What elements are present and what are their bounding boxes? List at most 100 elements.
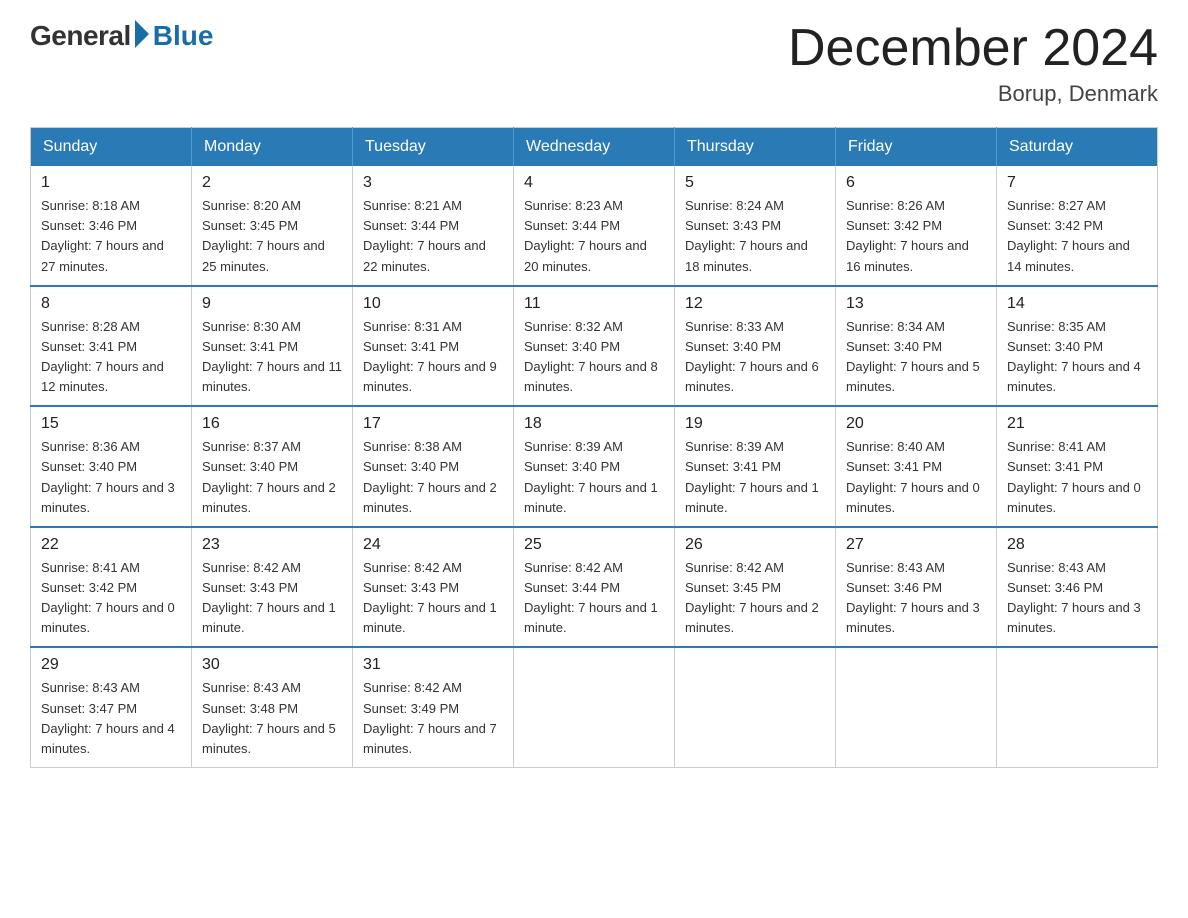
calendar-day-cell: 23 Sunrise: 8:42 AMSunset: 3:43 PMDaylig… (192, 527, 353, 648)
day-info: Sunrise: 8:37 AMSunset: 3:40 PMDaylight:… (202, 437, 342, 518)
day-info: Sunrise: 8:30 AMSunset: 3:41 PMDaylight:… (202, 317, 342, 398)
day-number: 29 (41, 656, 181, 674)
calendar-day-cell: 14 Sunrise: 8:35 AMSunset: 3:40 PMDaylig… (997, 286, 1158, 407)
day-info: Sunrise: 8:26 AMSunset: 3:42 PMDaylight:… (846, 196, 986, 277)
calendar-day-cell: 15 Sunrise: 8:36 AMSunset: 3:40 PMDaylig… (31, 406, 192, 527)
calendar-day-cell: 30 Sunrise: 8:43 AMSunset: 3:48 PMDaylig… (192, 647, 353, 767)
calendar-day-cell: 10 Sunrise: 8:31 AMSunset: 3:41 PMDaylig… (353, 286, 514, 407)
day-of-week-header: Friday (836, 128, 997, 167)
day-number: 4 (524, 174, 664, 192)
day-info: Sunrise: 8:23 AMSunset: 3:44 PMDaylight:… (524, 196, 664, 277)
day-number: 6 (846, 174, 986, 192)
day-info: Sunrise: 8:42 AMSunset: 3:43 PMDaylight:… (202, 558, 342, 639)
calendar-week-row: 15 Sunrise: 8:36 AMSunset: 3:40 PMDaylig… (31, 406, 1158, 527)
logo[interactable]: General Blue (30, 20, 213, 52)
day-info: Sunrise: 8:35 AMSunset: 3:40 PMDaylight:… (1007, 317, 1147, 398)
calendar-day-cell: 2 Sunrise: 8:20 AMSunset: 3:45 PMDayligh… (192, 166, 353, 286)
day-info: Sunrise: 8:31 AMSunset: 3:41 PMDaylight:… (363, 317, 503, 398)
calendar-day-cell (997, 647, 1158, 767)
day-number: 8 (41, 295, 181, 313)
day-number: 21 (1007, 415, 1147, 433)
calendar-day-cell: 16 Sunrise: 8:37 AMSunset: 3:40 PMDaylig… (192, 406, 353, 527)
calendar-day-cell (514, 647, 675, 767)
day-info: Sunrise: 8:27 AMSunset: 3:42 PMDaylight:… (1007, 196, 1147, 277)
calendar-day-cell: 22 Sunrise: 8:41 AMSunset: 3:42 PMDaylig… (31, 527, 192, 648)
calendar-day-cell: 17 Sunrise: 8:38 AMSunset: 3:40 PMDaylig… (353, 406, 514, 527)
day-info: Sunrise: 8:36 AMSunset: 3:40 PMDaylight:… (41, 437, 181, 518)
day-of-week-header: Sunday (31, 128, 192, 167)
day-number: 2 (202, 174, 342, 192)
day-number: 5 (685, 174, 825, 192)
day-number: 24 (363, 536, 503, 554)
calendar-day-cell: 11 Sunrise: 8:32 AMSunset: 3:40 PMDaylig… (514, 286, 675, 407)
calendar-day-cell: 28 Sunrise: 8:43 AMSunset: 3:46 PMDaylig… (997, 527, 1158, 648)
calendar-day-cell: 1 Sunrise: 8:18 AMSunset: 3:46 PMDayligh… (31, 166, 192, 286)
day-info: Sunrise: 8:21 AMSunset: 3:44 PMDaylight:… (363, 196, 503, 277)
day-number: 7 (1007, 174, 1147, 192)
calendar-day-cell: 20 Sunrise: 8:40 AMSunset: 3:41 PMDaylig… (836, 406, 997, 527)
calendar-subtitle: Borup, Denmark (788, 81, 1158, 107)
day-number: 25 (524, 536, 664, 554)
calendar-day-cell: 31 Sunrise: 8:42 AMSunset: 3:49 PMDaylig… (353, 647, 514, 767)
day-info: Sunrise: 8:42 AMSunset: 3:49 PMDaylight:… (363, 678, 503, 759)
calendar-day-cell (836, 647, 997, 767)
day-info: Sunrise: 8:39 AMSunset: 3:41 PMDaylight:… (685, 437, 825, 518)
logo-triangle-icon (135, 20, 149, 48)
day-info: Sunrise: 8:41 AMSunset: 3:42 PMDaylight:… (41, 558, 181, 639)
calendar-day-cell: 18 Sunrise: 8:39 AMSunset: 3:40 PMDaylig… (514, 406, 675, 527)
calendar-week-row: 29 Sunrise: 8:43 AMSunset: 3:47 PMDaylig… (31, 647, 1158, 767)
day-info: Sunrise: 8:24 AMSunset: 3:43 PMDaylight:… (685, 196, 825, 277)
day-info: Sunrise: 8:43 AMSunset: 3:47 PMDaylight:… (41, 678, 181, 759)
title-section: December 2024 Borup, Denmark (788, 20, 1158, 107)
day-info: Sunrise: 8:43 AMSunset: 3:46 PMDaylight:… (1007, 558, 1147, 639)
calendar-day-cell: 24 Sunrise: 8:42 AMSunset: 3:43 PMDaylig… (353, 527, 514, 648)
calendar-day-cell: 13 Sunrise: 8:34 AMSunset: 3:40 PMDaylig… (836, 286, 997, 407)
day-of-week-header: Thursday (675, 128, 836, 167)
day-number: 27 (846, 536, 986, 554)
day-of-week-header: Tuesday (353, 128, 514, 167)
logo-general-text: General (30, 20, 131, 52)
day-info: Sunrise: 8:41 AMSunset: 3:41 PMDaylight:… (1007, 437, 1147, 518)
day-number: 14 (1007, 295, 1147, 313)
day-info: Sunrise: 8:40 AMSunset: 3:41 PMDaylight:… (846, 437, 986, 518)
calendar-day-cell: 26 Sunrise: 8:42 AMSunset: 3:45 PMDaylig… (675, 527, 836, 648)
day-number: 18 (524, 415, 664, 433)
calendar-day-cell: 7 Sunrise: 8:27 AMSunset: 3:42 PMDayligh… (997, 166, 1158, 286)
day-number: 30 (202, 656, 342, 674)
day-info: Sunrise: 8:39 AMSunset: 3:40 PMDaylight:… (524, 437, 664, 518)
day-number: 9 (202, 295, 342, 313)
calendar-day-cell: 3 Sunrise: 8:21 AMSunset: 3:44 PMDayligh… (353, 166, 514, 286)
day-of-week-header: Monday (192, 128, 353, 167)
day-info: Sunrise: 8:42 AMSunset: 3:43 PMDaylight:… (363, 558, 503, 639)
day-number: 19 (685, 415, 825, 433)
day-number: 17 (363, 415, 503, 433)
calendar-table: SundayMondayTuesdayWednesdayThursdayFrid… (30, 127, 1158, 768)
calendar-day-cell: 4 Sunrise: 8:23 AMSunset: 3:44 PMDayligh… (514, 166, 675, 286)
day-info: Sunrise: 8:34 AMSunset: 3:40 PMDaylight:… (846, 317, 986, 398)
day-number: 31 (363, 656, 503, 674)
day-info: Sunrise: 8:28 AMSunset: 3:41 PMDaylight:… (41, 317, 181, 398)
calendar-day-cell (675, 647, 836, 767)
day-of-week-header: Wednesday (514, 128, 675, 167)
calendar-week-row: 22 Sunrise: 8:41 AMSunset: 3:42 PMDaylig… (31, 527, 1158, 648)
day-info: Sunrise: 8:33 AMSunset: 3:40 PMDaylight:… (685, 317, 825, 398)
day-number: 3 (363, 174, 503, 192)
calendar-day-cell: 5 Sunrise: 8:24 AMSunset: 3:43 PMDayligh… (675, 166, 836, 286)
calendar-day-cell: 29 Sunrise: 8:43 AMSunset: 3:47 PMDaylig… (31, 647, 192, 767)
calendar-title: December 2024 (788, 20, 1158, 77)
day-number: 1 (41, 174, 181, 192)
day-number: 15 (41, 415, 181, 433)
day-number: 23 (202, 536, 342, 554)
day-number: 20 (846, 415, 986, 433)
day-info: Sunrise: 8:38 AMSunset: 3:40 PMDaylight:… (363, 437, 503, 518)
day-info: Sunrise: 8:43 AMSunset: 3:48 PMDaylight:… (202, 678, 342, 759)
calendar-day-cell: 25 Sunrise: 8:42 AMSunset: 3:44 PMDaylig… (514, 527, 675, 648)
calendar-day-cell: 12 Sunrise: 8:33 AMSunset: 3:40 PMDaylig… (675, 286, 836, 407)
day-info: Sunrise: 8:18 AMSunset: 3:46 PMDaylight:… (41, 196, 181, 277)
page-header: General Blue December 2024 Borup, Denmar… (30, 20, 1158, 107)
calendar-day-cell: 19 Sunrise: 8:39 AMSunset: 3:41 PMDaylig… (675, 406, 836, 527)
calendar-day-cell: 21 Sunrise: 8:41 AMSunset: 3:41 PMDaylig… (997, 406, 1158, 527)
day-info: Sunrise: 8:42 AMSunset: 3:45 PMDaylight:… (685, 558, 825, 639)
day-of-week-header: Saturday (997, 128, 1158, 167)
calendar-week-row: 8 Sunrise: 8:28 AMSunset: 3:41 PMDayligh… (31, 286, 1158, 407)
